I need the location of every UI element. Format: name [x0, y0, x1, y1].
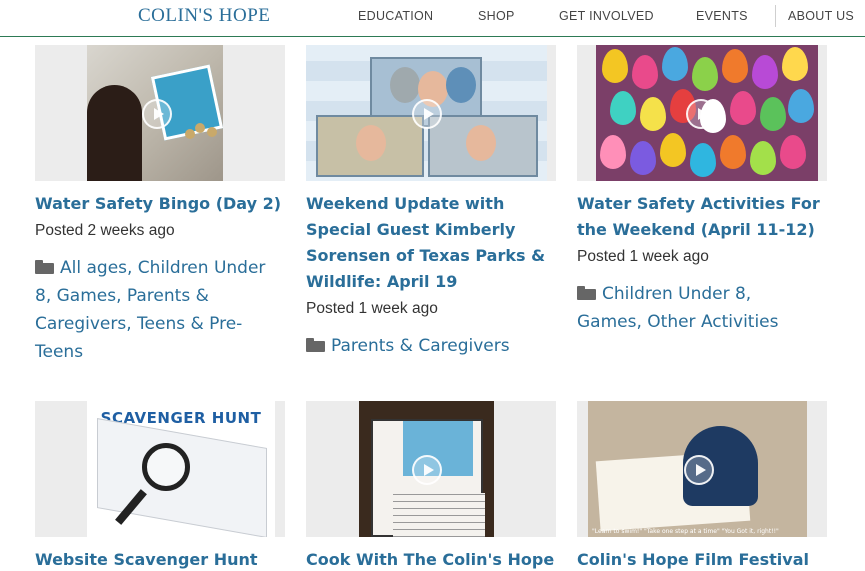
post-date: Posted 2 weeks ago: [35, 222, 175, 239]
category-line[interactable]: Teens: [35, 342, 83, 362]
magnifying-glass-icon: [142, 443, 190, 491]
post-categories: All ages, Children Under 8, Games, Paren…: [35, 254, 285, 366]
post-title-line[interactable]: Water Safety Bingo (Day 2): [35, 191, 285, 217]
post-title[interactable]: Colin's Hope Film Festival —: [577, 547, 827, 571]
post-title-line[interactable]: Sorensen of Texas Parks &: [306, 243, 556, 269]
post-card: Cook With The Colin's Hope: [306, 401, 556, 571]
post-thumbnail[interactable]: [35, 45, 285, 181]
post-title-line[interactable]: Wildlife: April 19: [306, 269, 556, 295]
post-title-line[interactable]: Weekend Update with: [306, 191, 556, 217]
egg: [752, 55, 778, 89]
post-card: Water Safety Activities For the Weekend …: [577, 45, 827, 336]
egg: [602, 49, 628, 83]
egg: [660, 133, 686, 167]
post-thumbnail[interactable]: [306, 401, 556, 537]
nav-education[interactable]: EDUCATION: [358, 9, 433, 23]
post-date: Posted 1 week ago: [577, 248, 709, 265]
person: [466, 125, 496, 161]
scavenger-hunt-image: SCAVENGER HUNT: [87, 401, 275, 537]
category-line[interactable]: Caregivers, Teens & Pre-: [35, 314, 242, 334]
post-card: "Learn to swim!" "Take one step at a tim…: [577, 401, 827, 571]
post-title-line[interactable]: Water Safety Activities For: [577, 191, 827, 217]
egg: [662, 47, 688, 81]
play-icon[interactable]: [412, 99, 442, 129]
coin: [207, 127, 217, 137]
site-logo[interactable]: COLIN'S HOPE: [138, 5, 270, 27]
egg: [690, 143, 716, 177]
post-card: Weekend Update with Special Guest Kimber…: [306, 45, 556, 360]
nav-divider: [775, 5, 776, 27]
egg: [600, 135, 626, 169]
egg: [610, 91, 636, 125]
child-figure: [87, 85, 142, 181]
egg: [720, 135, 746, 169]
egg: [780, 135, 806, 169]
post-title[interactable]: Water Safety Activities For the Weekend …: [577, 191, 827, 243]
post-card: Water Safety Bingo (Day 2) Posted 2 week…: [35, 45, 285, 366]
recipe-text: [393, 493, 485, 537]
egg: [760, 97, 786, 131]
post-title-line[interactable]: Colin's Hope Film Festival —: [577, 547, 827, 571]
folder-icon: [35, 260, 55, 274]
site-header: COLIN'S HOPE EDUCATION SHOP GET INVOLVED…: [0, 0, 865, 37]
egg: [630, 141, 656, 175]
nav-about-us[interactable]: ABOUT US: [788, 9, 854, 23]
nav-events[interactable]: EVENTS: [696, 9, 748, 23]
egg: [692, 57, 718, 91]
coin: [195, 123, 205, 133]
post-title[interactable]: Water Safety Bingo (Day 2): [35, 191, 285, 217]
nav-get-involved[interactable]: GET INVOLVED: [559, 9, 654, 23]
post-categories: Parents & Caregivers: [306, 332, 556, 360]
egg: [750, 141, 776, 175]
post-title[interactable]: Weekend Update with Special Guest Kimber…: [306, 191, 556, 295]
post-thumbnail[interactable]: SCAVENGER HUNT: [35, 401, 285, 537]
egg: [640, 97, 666, 131]
play-icon[interactable]: [684, 455, 714, 485]
post-categories: Children Under 8, Games, Other Activitie…: [577, 280, 827, 336]
egg: [782, 47, 808, 81]
egg: [722, 49, 748, 83]
egg: [730, 91, 756, 125]
post-thumbnail[interactable]: [306, 45, 556, 181]
post-title-line[interactable]: Special Guest Kimberly: [306, 217, 556, 243]
post-title[interactable]: Website Scavenger Hunt on: [35, 547, 285, 571]
folder-icon: [306, 338, 326, 352]
person: [356, 125, 386, 161]
post-card: SCAVENGER HUNT Website Scavenger Hunt on: [35, 401, 285, 571]
category-line[interactable]: Games, Other Activities: [577, 312, 779, 332]
play-icon[interactable]: [412, 455, 442, 485]
egg: [632, 55, 658, 89]
coin: [185, 129, 195, 139]
post-title-line[interactable]: Cook With The Colin's Hope: [306, 547, 556, 571]
post-thumbnail[interactable]: "Learn to swim!" "Take one step at a tim…: [577, 401, 827, 537]
play-icon[interactable]: [686, 99, 716, 129]
video-caption: "Learn to swim!" "Take one step at a tim…: [592, 528, 779, 535]
egg: [788, 89, 814, 123]
category-line[interactable]: 8, Games, Parents &: [35, 286, 209, 306]
category-line[interactable]: Children Under 8,: [602, 284, 751, 304]
nav-shop[interactable]: SHOP: [478, 9, 515, 23]
category-line[interactable]: Parents & Caregivers: [331, 336, 510, 356]
post-thumbnail[interactable]: [577, 45, 827, 181]
category-line[interactable]: All ages, Children Under: [60, 258, 265, 278]
mascot: [446, 67, 476, 103]
mascot: [390, 67, 420, 103]
post-date: Posted 1 week ago: [306, 300, 438, 317]
post-title-line[interactable]: the Weekend (April 11-12): [577, 217, 827, 243]
folder-icon: [577, 286, 597, 300]
post-title[interactable]: Cook With The Colin's Hope: [306, 547, 556, 571]
play-icon[interactable]: [142, 99, 172, 129]
post-title-line[interactable]: Website Scavenger Hunt on: [35, 547, 285, 571]
